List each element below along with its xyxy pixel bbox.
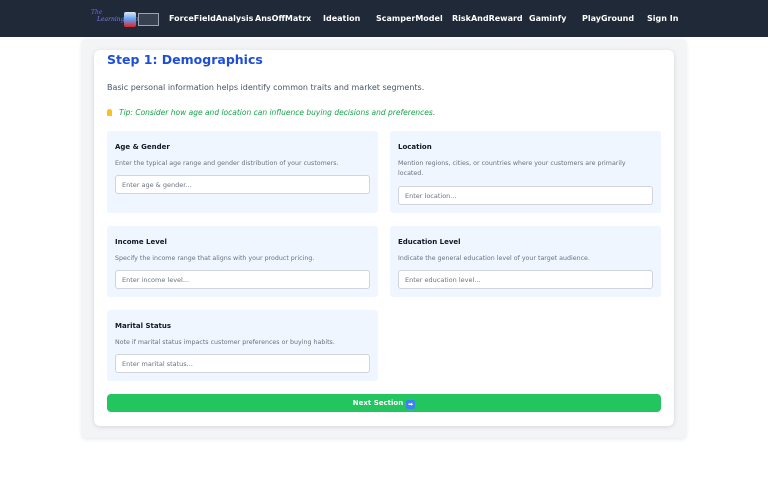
next-section-button[interactable]: Next Section ➡ (107, 394, 661, 412)
nav-links: ForceFieldAnalysis AnsOffMatrx Ideation … (0, 0, 768, 37)
age-gender-input[interactable] (115, 175, 370, 194)
field-label: Marital Status (115, 322, 172, 330)
page-title: Step 1: Demographics (107, 52, 263, 67)
field-help-text: Note if marital status impacts customer … (115, 339, 335, 346)
field-label: Education Level (398, 238, 461, 246)
page-subtitle: Basic personal information helps identif… (107, 83, 425, 92)
lightbulb-icon (107, 109, 112, 116)
nav-link-playground[interactable]: PlayGround (582, 13, 634, 24)
income-level-input[interactable] (115, 270, 370, 289)
nav-link-risk-and-reward[interactable]: RiskAndReward (452, 13, 523, 24)
location-input[interactable] (398, 186, 653, 205)
field-location: Location Mention regions, cities, or cou… (390, 131, 661, 213)
nav-link-ideation[interactable]: Ideation (323, 13, 360, 24)
nav-link-gaminfy[interactable]: Gaminfy (529, 13, 566, 24)
field-marital-status: Marital Status Note if marital status im… (107, 310, 378, 381)
field-help-text: Indicate the general education level of … (398, 255, 590, 262)
arrow-right-icon: ➡ (406, 400, 416, 409)
field-help-text: Specify the income range that aligns wit… (115, 255, 315, 262)
marital-status-input[interactable] (115, 354, 370, 373)
nav-link-ans-off-matrx[interactable]: AnsOffMatrx (255, 13, 311, 24)
field-age-gender: Age & Gender Enter the typical age range… (107, 131, 378, 213)
tip-text: Tip: Consider how age and location can i… (107, 107, 435, 118)
field-label: Age & Gender (115, 143, 170, 151)
field-income-level: Income Level Specify the income range th… (107, 226, 378, 297)
field-label: Income Level (115, 238, 167, 246)
next-section-label: Next Section (352, 399, 404, 407)
top-nav: The Learning App ForceFieldAnalysis AnsO… (0, 0, 768, 37)
field-label: Location (398, 143, 432, 151)
nav-link-scamper-model[interactable]: ScamperModel (376, 13, 443, 24)
education-level-input[interactable] (398, 270, 653, 289)
field-education-level: Education Level Indicate the general edu… (390, 226, 661, 297)
nav-link-force-field-analysis[interactable]: ForceFieldAnalysis (169, 13, 253, 24)
field-help-text: Enter the typical age range and gender d… (115, 160, 339, 167)
field-help-text: Mention regions, cities, or countries wh… (398, 160, 626, 177)
tip-label: Tip: Consider how age and location can i… (119, 108, 436, 117)
nav-link-sign-in[interactable]: Sign In (647, 13, 678, 24)
